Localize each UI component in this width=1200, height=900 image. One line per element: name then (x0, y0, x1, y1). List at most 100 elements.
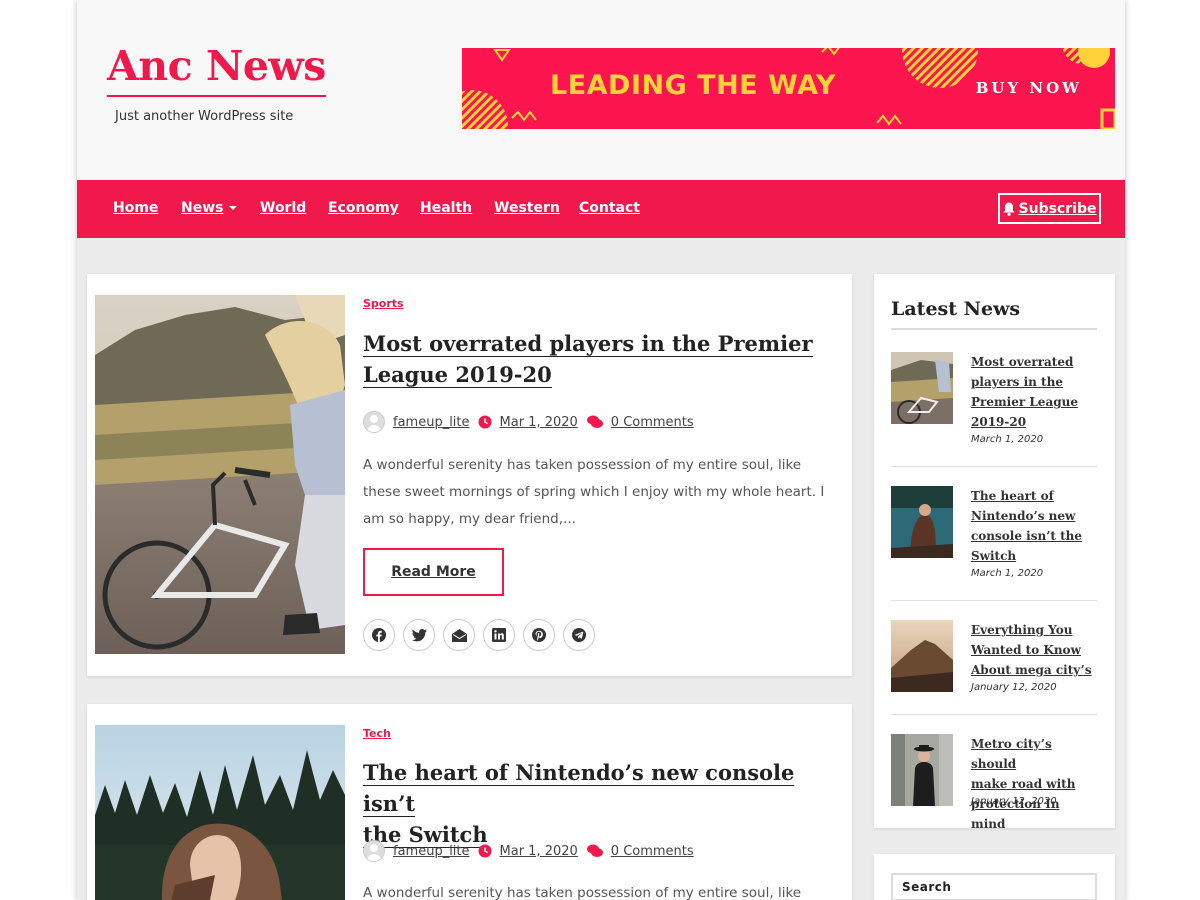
post-author[interactable]: fameup_lite (393, 415, 470, 430)
page-wrapper: Anc News Just another WordPress site LEA… (77, 0, 1125, 900)
post-meta: fameup_lite Mar 1, 2020 0 Comments (363, 840, 694, 862)
latest-news-item: Everything You Wanted to Know About mega… (891, 620, 1097, 700)
latest-news-link[interactable]: The heart of Nintendo’s new console isn’… (971, 486, 1097, 566)
share-buttons (363, 619, 595, 651)
latest-news-title-line: Most overrated (971, 355, 1074, 369)
latest-news-title-line: Metro city’s should (971, 737, 1052, 771)
share-facebook[interactable] (363, 619, 395, 651)
latest-news-date: March 1, 2020 (971, 434, 1044, 445)
cliff-sunset-thumbnail-photo (891, 620, 953, 692)
latest-news-widget: Latest News Most overrated players in th… (874, 274, 1115, 828)
comments-icon (586, 415, 603, 428)
post-title[interactable]: Most overrated players in the Premier Le… (363, 328, 823, 390)
post-card: Tech The heart of Nintendo’s new console… (87, 704, 852, 900)
author-avatar[interactable] (363, 411, 385, 433)
post-title-line: Most overrated players in the Premier (363, 331, 813, 357)
read-more-button[interactable]: Read More (363, 548, 504, 596)
header-ad-banner[interactable]: LEADING THE WAY BUY NOW (462, 48, 1115, 129)
divider (891, 466, 1097, 467)
post-category[interactable]: Sports (363, 297, 404, 310)
nav-item-western[interactable]: Western (494, 200, 560, 216)
cyclist-thumbnail-photo (891, 352, 953, 424)
comments-icon (586, 844, 603, 857)
boat-woman-thumbnail-photo (891, 486, 953, 558)
share-email[interactable] (443, 619, 475, 651)
cyclist-photo (95, 295, 345, 654)
site-header: Anc News Just another WordPress site LEA… (77, 0, 1125, 180)
nav-item-world[interactable]: World (260, 200, 306, 216)
site-title[interactable]: Anc News (107, 42, 326, 98)
share-twitter[interactable] (403, 619, 435, 651)
latest-news-title-line: players in the (971, 375, 1063, 389)
divider (891, 714, 1097, 715)
latest-news-thumbnail[interactable] (891, 734, 953, 806)
latest-news-link[interactable]: Most overrated players in the Premier Le… (971, 352, 1097, 432)
latest-news-date: January 12, 2020 (971, 682, 1057, 693)
caret-down-icon (229, 206, 238, 210)
latest-news-thumbnail[interactable] (891, 352, 953, 424)
email-icon (451, 628, 467, 642)
facebook-icon (372, 628, 386, 642)
post-excerpt: A wonderful serenity has taken possessio… (363, 885, 802, 900)
post-excerpt: A wonderful serenity has taken possessio… (363, 457, 825, 527)
latest-news-title-line: 2019-20 (971, 415, 1027, 429)
post-title-line: The heart of Nintendo’s new console isn’… (363, 760, 795, 817)
share-pinterest[interactable] (523, 619, 555, 651)
banner-buy-now[interactable]: BUY NOW (976, 79, 1082, 97)
subscribe-button[interactable]: Subscribe (998, 193, 1101, 224)
linkedin-icon (492, 628, 506, 642)
nav-item-home[interactable]: Home (113, 200, 158, 216)
nav-item-health[interactable]: Health (420, 200, 472, 216)
post-date[interactable]: Mar 1, 2020 (500, 844, 578, 859)
twitter-icon (411, 628, 427, 641)
latest-news-thumbnail[interactable] (891, 620, 953, 692)
latest-news-date: March 1, 2020 (971, 568, 1044, 579)
site-tagline: Just another WordPress site (115, 109, 294, 124)
latest-news-title-line: Switch (971, 549, 1017, 563)
city-woman-thumbnail-photo (891, 734, 953, 806)
main-navigation: Home News World Economy Health Western C… (77, 180, 1125, 238)
latest-news-item: The heart of Nintendo’s new console isn’… (891, 486, 1097, 586)
latest-news-title-line: Nintendo’s new (971, 509, 1076, 523)
post-title-line: League 2019-20 (363, 362, 552, 388)
share-telegram[interactable] (563, 619, 595, 651)
pinterest-icon (532, 628, 546, 642)
search-input[interactable]: Search (891, 873, 1097, 900)
clock-icon (478, 844, 492, 858)
latest-news-link[interactable]: Metro city’s should make road with prote… (971, 734, 1097, 828)
divider (891, 600, 1097, 601)
latest-news-item: Most overrated players in the Premier Le… (891, 352, 1097, 452)
latest-news-thumbnail[interactable] (891, 486, 953, 558)
post-comments[interactable]: 0 Comments (611, 415, 694, 430)
latest-news-date: January 12, 2020 (971, 796, 1057, 807)
post-title[interactable]: The heart of Nintendo’s new console isn’… (363, 757, 823, 850)
latest-news-title-line: Premier League (971, 395, 1078, 409)
nav-item-news[interactable]: News (181, 200, 238, 216)
latest-news-title-line: Wanted to Know (971, 643, 1081, 657)
share-linkedin[interactable] (483, 619, 515, 651)
nav-item-contact[interactable]: Contact (579, 200, 640, 216)
banner-headline: LEADING THE WAY (550, 70, 836, 101)
search-widget: Search (874, 854, 1115, 900)
latest-news-title-line: console isn’t the (971, 529, 1083, 543)
latest-news-link[interactable]: Everything You Wanted to Know About mega… (971, 620, 1097, 680)
latest-news-title-line: make road with (971, 777, 1076, 791)
post-category[interactable]: Tech (363, 727, 391, 740)
post-comments[interactable]: 0 Comments (611, 844, 694, 859)
post-meta: fameup_lite Mar 1, 2020 0 Comments (363, 411, 694, 433)
bell-icon (1003, 202, 1015, 216)
nav-item-news-label: News (181, 200, 224, 216)
post-thumbnail[interactable] (95, 725, 345, 900)
post-card: Sports Most overrated players in the Pre… (87, 274, 852, 676)
latest-news-title: Latest News (891, 298, 1097, 330)
post-author[interactable]: fameup_lite (393, 844, 470, 859)
latest-news-title-line: About mega city’s (971, 663, 1092, 677)
author-avatar[interactable] (363, 840, 385, 862)
subscribe-label: Subscribe (1018, 200, 1097, 217)
latest-news-title-line: Everything You (971, 623, 1073, 637)
post-date[interactable]: Mar 1, 2020 (500, 415, 578, 430)
clock-icon (478, 415, 492, 429)
telegram-icon (572, 628, 586, 642)
post-thumbnail[interactable] (95, 295, 345, 654)
nav-item-economy[interactable]: Economy (328, 200, 399, 216)
